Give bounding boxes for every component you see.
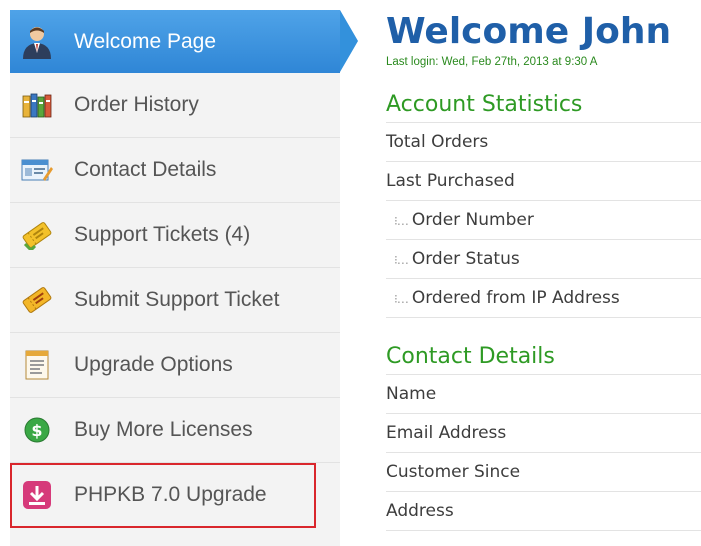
stat-row-last-purchased: Last Purchased — [386, 162, 701, 201]
page-title: Welcome John — [386, 11, 672, 52]
row-label: Address — [386, 501, 454, 521]
sidebar-item-submit-support-ticket[interactable]: Submit Support Ticket — [10, 268, 340, 333]
sidebar-item-label: Buy More Licenses — [74, 418, 253, 441]
sidebar-item-upgrade-options[interactable]: Upgrade Options — [10, 333, 340, 398]
contact-row-customer-since: Customer Since — [386, 453, 701, 492]
row-label: Email Address — [386, 423, 507, 443]
books-icon — [20, 88, 54, 122]
stat-row-order-number: ⁝… Order Number — [386, 201, 701, 240]
contact-details-heading: Contact Details — [386, 340, 701, 375]
row-label: Name — [386, 384, 437, 404]
dollar-coin-icon: $ — [20, 413, 54, 447]
sidebar-item-welcome-page[interactable]: Welcome Page — [10, 10, 358, 73]
svg-text:$: $ — [31, 421, 42, 440]
contact-row-email: Email Address — [386, 414, 701, 453]
row-label: Order Number — [411, 210, 534, 230]
row-label: Last Purchased — [386, 171, 515, 191]
sidebar-item-label: Welcome Page — [74, 29, 217, 53]
sidebar-item-contact-details[interactable]: Contact Details — [10, 138, 340, 203]
stat-row-order-status: ⁝… Order Status — [386, 240, 701, 279]
sidebar-nav: Welcome Page Order History Contact Detai… — [10, 10, 358, 546]
ticket-submit-icon — [20, 283, 54, 317]
row-label: Total Orders — [386, 132, 489, 152]
tree-connector-icon: ⁝… — [394, 292, 409, 306]
main-content: Welcome John Last login: Wed, Feb 27th, … — [386, 10, 701, 531]
ticket-icon — [20, 218, 54, 252]
sidebar-item-buy-more-licenses[interactable]: $ Buy More Licenses — [10, 398, 340, 463]
tree-connector-icon: ⁝… — [394, 214, 409, 228]
sidebar-item-support-tickets[interactable]: Support Tickets (4) — [10, 203, 340, 268]
user-avatar-icon — [20, 25, 54, 59]
sidebar-item-order-history[interactable]: Order History — [10, 73, 340, 138]
sidebar-item-phpkb-upgrade[interactable]: PHPKB 7.0 Upgrade — [10, 463, 316, 528]
tree-connector-icon: ⁝… — [394, 253, 409, 267]
sidebar-item-label: Contact Details — [74, 158, 217, 181]
contact-card-icon — [20, 153, 54, 187]
stat-row-ordered-from-ip: ⁝… Ordered from IP Address — [386, 279, 701, 318]
stat-row-total-orders: Total Orders — [386, 123, 701, 162]
sidebar-item-label: Support Tickets (4) — [74, 223, 251, 246]
account-statistics-heading: Account Statistics — [386, 88, 701, 123]
document-icon — [20, 348, 54, 382]
contact-row-name: Name — [386, 375, 701, 414]
sidebar-item-label: Upgrade Options — [74, 353, 233, 376]
sidebar-item-label: Submit Support Ticket — [74, 288, 280, 311]
contact-row-address: Address — [386, 492, 701, 531]
row-label: Order Status — [411, 249, 520, 269]
row-label: Customer Since — [386, 462, 521, 482]
sidebar-item-label: PHPKB 7.0 Upgrade — [74, 483, 267, 506]
sidebar-item-label: Order History — [74, 93, 199, 116]
row-label: Ordered from IP Address — [411, 288, 620, 308]
download-icon — [20, 478, 54, 512]
last-login-text: Last login: Wed, Feb 27th, 2013 at 9:30 … — [386, 56, 598, 68]
